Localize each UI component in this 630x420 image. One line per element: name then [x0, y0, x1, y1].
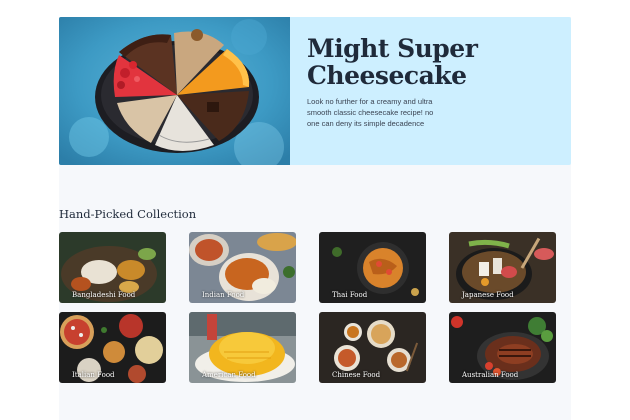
card-label: Indian Food — [202, 291, 245, 299]
card-label: Australian Food — [462, 371, 519, 379]
food-card-thai[interactable]: Thai Food — [319, 232, 426, 303]
hero-title: Might Super Cheesecake — [307, 35, 557, 89]
card-label: American Food — [202, 371, 256, 379]
card-label: Italian Food — [72, 371, 115, 379]
card-label: Japanese Food — [462, 291, 514, 299]
food-card-indian[interactable]: Indian Food — [189, 232, 296, 303]
food-card-japanese[interactable]: Japanese Food — [449, 232, 556, 303]
food-card-italian[interactable]: Italian Food — [59, 312, 166, 383]
hero-text-block: Might Super Cheesecake Look no further f… — [307, 35, 557, 129]
hero-title-line-1: Might Super — [307, 34, 478, 63]
card-label: Thai Food — [332, 291, 368, 299]
food-card-chinese[interactable]: Chinese Food — [319, 312, 426, 383]
card-label: Chinese Food — [332, 371, 381, 379]
food-card-bangladeshi[interactable]: Bangladeshi Food — [59, 232, 166, 303]
hero-banner: Might Super Cheesecake Look no further f… — [59, 17, 571, 165]
food-card-american[interactable]: American Food — [189, 312, 296, 383]
hero-cheesecake-image — [59, 17, 290, 165]
hero-title-line-2: Cheesecake — [307, 61, 467, 90]
hero-description: Look no further for a creamy and ultra s… — [307, 97, 434, 128]
collection-title: Hand-Picked Collection — [59, 207, 197, 221]
card-label: Bangladeshi Food — [72, 291, 136, 299]
food-card-australian[interactable]: Australian Food — [449, 312, 556, 383]
